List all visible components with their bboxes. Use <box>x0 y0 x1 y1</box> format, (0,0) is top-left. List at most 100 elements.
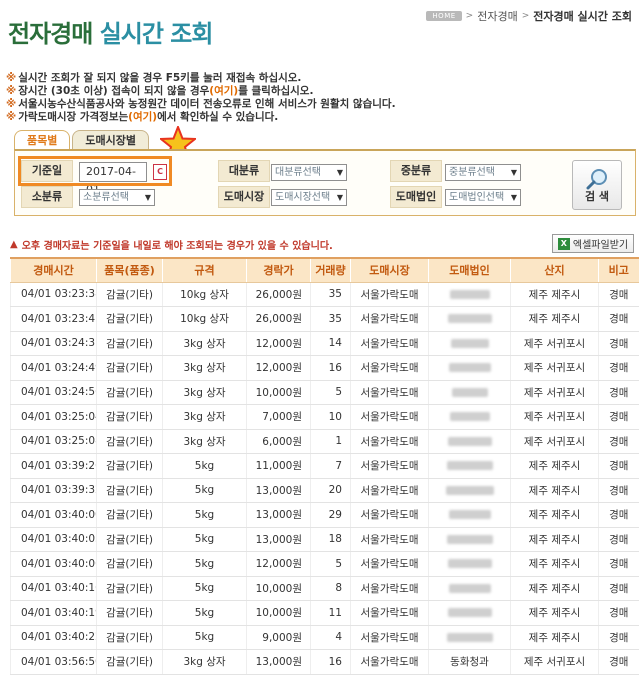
garak-price-link[interactable]: (여기) <box>128 111 157 124</box>
cell-corp: 동화청과 <box>428 649 511 675</box>
cell-spec: 3kg 상자 <box>162 649 247 675</box>
cell-corp <box>428 404 511 430</box>
cell-item: 감귤(기타) <box>96 429 163 454</box>
cell-market: 서울가락도매 <box>350 331 429 356</box>
reconnect-link[interactable]: (여기) <box>209 85 238 98</box>
cell-origin: 제주 제주시 <box>510 502 599 528</box>
cell-origin: 제주 제주시 <box>510 551 599 577</box>
cell-price: 13,000원 <box>246 527 311 552</box>
dropdown-arrow-icon: ▼ <box>336 168 343 177</box>
cell-spec: 5kg <box>162 453 247 479</box>
cell-corp <box>428 331 511 356</box>
cell-price: 12,000원 <box>246 551 311 577</box>
cell-price: 6,000원 <box>246 429 311 454</box>
table-row: 04/01 03:24:56 감귤(기타) 3kg 상자 10,000원 5 서울가락도매… <box>10 380 639 405</box>
market-select[interactable]: 도매시장선택 ▼ <box>271 189 347 206</box>
cell-price: 11,000원 <box>246 453 311 479</box>
cell-item: 감귤(기타) <box>96 502 163 528</box>
dropdown-arrow-icon: ▼ <box>510 168 517 177</box>
cell-origin: 제주 서귀포시 <box>510 429 599 454</box>
cell-spec: 5kg <box>162 527 247 552</box>
cell-qty: 16 <box>310 355 351 381</box>
cell-qty: 1 <box>310 429 351 454</box>
cell-note: 경매 <box>598 404 639 430</box>
cell-time: 04/01 03:24:31 <box>10 331 97 356</box>
cell-note: 경매 <box>598 600 639 626</box>
home-link[interactable]: HOME <box>426 11 462 21</box>
cell-qty: 35 <box>310 282 351 307</box>
tab-by-item[interactable]: 품목별 <box>14 130 71 150</box>
table-row: 04/01 03:40:03 감귤(기타) 5kg 13,000원 18 서울가락도매 제주… <box>10 527 639 552</box>
cell-qty: 11 <box>310 600 351 626</box>
cell-origin: 제주 제주시 <box>510 478 599 503</box>
cell-spec: 3kg 상자 <box>162 429 247 454</box>
notice-mark-icon: ※ <box>6 85 17 97</box>
cell-qty: 20 <box>310 478 351 503</box>
redacted-corp-name <box>446 461 493 471</box>
table-row: 04/01 03:24:49 감귤(기타) 3kg 상자 12,000원 16 서울가락도… <box>10 355 639 381</box>
corp-select[interactable]: 도매법인선택 ▼ <box>445 189 521 206</box>
cell-origin: 제주 서귀포시 <box>510 404 599 430</box>
table-row: 04/01 03:56:50 감귤(기타) 3kg 상자 13,000원 16 서울가락도… <box>10 649 639 675</box>
cell-price: 13,000원 <box>246 478 311 503</box>
minor-category-label: 소분류 <box>21 186 73 208</box>
column-header: 도매시장 <box>350 257 429 283</box>
table-row: 04/01 03:40:22 감귤(기타) 5kg 9,000원 4 서울가락도매 제주 제… <box>10 625 639 650</box>
cell-origin: 제주 제주시 <box>510 282 599 307</box>
major-category-select[interactable]: 대분류선택 ▼ <box>271 164 347 181</box>
cell-price: 12,000원 <box>246 331 311 356</box>
cell-origin: 제주 제주시 <box>510 527 599 552</box>
cell-time: 04/01 03:25:04 <box>10 404 97 430</box>
page-title-part1: 전자경매 <box>8 20 93 48</box>
dropdown-arrow-icon: ▼ <box>510 193 517 202</box>
corp-label: 도매법인 <box>390 186 442 208</box>
cell-note: 경매 <box>598 649 639 675</box>
redacted-corp-name <box>448 510 491 520</box>
cell-qty: 18 <box>310 527 351 552</box>
table-row: 04/01 03:40:06 감귤(기타) 5kg 12,000원 5 서울가락도매 제주 … <box>10 551 639 577</box>
cell-origin: 제주 서귀포시 <box>510 380 599 405</box>
redacted-corp-name <box>446 534 493 544</box>
cell-item: 감귤(기타) <box>96 625 163 650</box>
cell-price: 9,000원 <box>246 625 311 650</box>
redacted-corp-name <box>446 632 493 642</box>
cell-origin: 제주 서귀포시 <box>510 649 599 675</box>
cell-spec: 5kg <box>162 600 247 626</box>
cell-price: 10,000원 <box>246 576 311 601</box>
cell-corp <box>428 453 511 479</box>
cell-price: 26,000원 <box>246 282 311 307</box>
cell-item: 감귤(기타) <box>96 576 163 601</box>
search-button[interactable]: 검 색 <box>572 160 622 210</box>
redacted-corp-name <box>449 412 490 422</box>
table-row: 04/01 03:39:32 감귤(기타) 5kg 13,000원 20 서울가락도매 제주… <box>10 478 639 503</box>
cell-corp <box>428 527 511 552</box>
cell-corp <box>428 502 511 528</box>
table-row: 04/01 03:25:04 감귤(기타) 3kg 상자 7,000원 10 서울가락도매… <box>10 404 639 430</box>
major-category-label: 대분류 <box>218 160 270 182</box>
excel-download-button[interactable]: X 엑셀파일받기 <box>552 234 634 253</box>
cell-note: 경매 <box>598 478 639 503</box>
auction-results-table: 경매시간 품목(품종) 규격 경락가 거래량 도매시장 도매법인 산지 비고 04/01 03:… <box>10 257 639 675</box>
column-header: 거래량 <box>310 257 351 283</box>
notice-mark-icon: ※ <box>6 111 17 123</box>
cell-spec: 5kg <box>162 625 247 650</box>
redacted-corp-name <box>448 363 491 373</box>
breadcrumb-level1[interactable]: 전자경매 <box>477 8 517 24</box>
table-row: 04/01 03:40:16 감귤(기타) 5kg 10,000원 8 서울가락도매 제주 … <box>10 576 639 601</box>
column-header: 비고 <box>598 257 639 283</box>
cell-market: 서울가락도매 <box>350 306 429 332</box>
cell-time: 04/01 03:40:00 <box>10 502 97 528</box>
cell-corp <box>428 625 511 650</box>
dropdown-arrow-icon: ▼ <box>144 193 151 202</box>
cell-market: 서울가락도매 <box>350 429 429 454</box>
table-row: 04/01 03:24:31 감귤(기타) 3kg 상자 12,000원 14 서울가락도… <box>10 331 639 356</box>
mid-category-select[interactable]: 중분류선택 ▼ <box>445 164 521 181</box>
cell-item: 감귤(기타) <box>96 649 163 675</box>
tab-by-market[interactable]: 도매시장별 <box>72 130 149 150</box>
cell-origin: 제주 서귀포시 <box>510 331 599 356</box>
cell-qty: 4 <box>310 625 351 650</box>
cell-qty: 16 <box>310 649 351 675</box>
cell-market: 서울가락도매 <box>350 282 429 307</box>
minor-category-select[interactable]: 소분류선택 ▼ <box>79 189 155 206</box>
cell-qty: 7 <box>310 453 351 479</box>
